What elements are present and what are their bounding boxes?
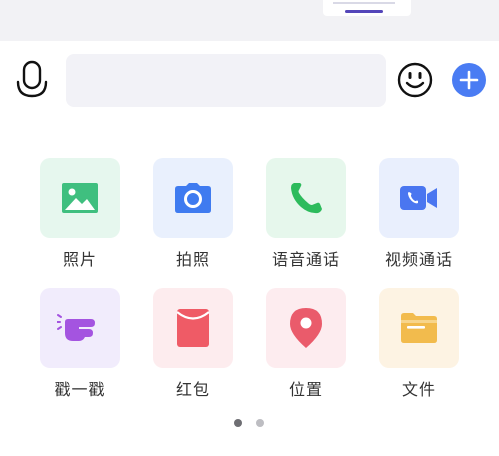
panel-item-label: 戳一戳 [54, 380, 106, 399]
phone-icon [291, 183, 322, 214]
panel-item-label: 视频通话 [384, 250, 453, 269]
more-functions-button[interactable] [452, 63, 486, 97]
poke-hand-icon [57, 314, 95, 341]
panel-item-label: 文件 [401, 380, 436, 399]
smiley-face-icon [397, 62, 433, 98]
page-dot-active[interactable] [234, 419, 242, 427]
plus-icon [459, 70, 479, 90]
red-packet-tile [153, 288, 233, 368]
video-camera-icon [400, 186, 437, 210]
panel-item-label: 语音通话 [271, 250, 340, 269]
panel-item-location[interactable]: 位置 [266, 288, 348, 408]
message-bubble-highlight [345, 10, 383, 13]
panel-item-video-call[interactable]: 视频通话 [379, 158, 461, 278]
panel-item-file[interactable]: 文件 [379, 288, 461, 408]
image-icon [62, 183, 98, 213]
camera-icon [175, 183, 211, 213]
page-indicator [0, 419, 499, 431]
emoji-button[interactable] [397, 62, 433, 98]
panel-item-label: 位置 [288, 380, 323, 399]
microphone-icon [16, 60, 48, 98]
message-bubble-fragment [323, 0, 411, 16]
location-tile [266, 288, 346, 368]
message-bubble-text-line [333, 2, 395, 4]
panel-item-label: 拍照 [175, 250, 210, 269]
panel-item-voice-call[interactable]: 语音通话 [266, 158, 348, 278]
video-call-tile [379, 158, 459, 238]
voice-input-button[interactable] [14, 60, 50, 100]
voice-call-tile [266, 158, 346, 238]
folder-icon [401, 313, 437, 343]
panel-item-red-packet[interactable]: 红包 [153, 288, 235, 408]
panel-item-label: 红包 [175, 380, 210, 399]
red-envelope-icon [177, 309, 209, 347]
camera-tile [153, 158, 233, 238]
page-dot[interactable] [256, 419, 264, 427]
panel-item-camera[interactable]: 拍照 [153, 158, 235, 278]
chat-history-area [0, 0, 499, 41]
poke-tile [40, 288, 120, 368]
panel-item-photo[interactable]: 照片 [40, 158, 122, 278]
photo-tile [40, 158, 120, 238]
location-pin-icon [290, 308, 322, 348]
panel-item-poke[interactable]: 戳一戳 [40, 288, 122, 408]
file-tile [379, 288, 459, 368]
message-text-input[interactable] [66, 54, 386, 107]
panel-item-label: 照片 [62, 250, 97, 269]
